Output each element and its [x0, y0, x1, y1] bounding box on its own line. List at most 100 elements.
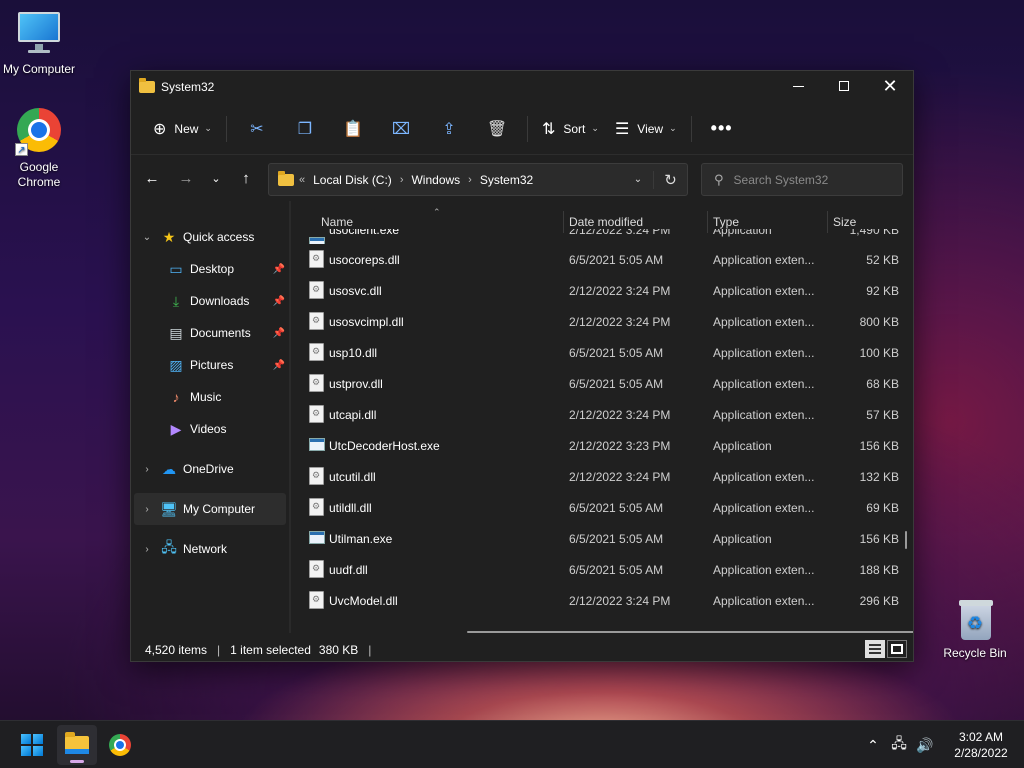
nav-item-desktop[interactable]: ▭ Desktop 📌	[131, 253, 289, 285]
search-box[interactable]: ⚲	[701, 163, 903, 196]
file-name: UtcDecoderHost.exe	[329, 439, 440, 453]
refresh-button[interactable]: ↻	[653, 170, 687, 189]
system-tray: ⌃ 🖧 🔊 3:02 AM 2/28/2022	[860, 721, 1024, 768]
address-history-button[interactable]: ⌄	[623, 174, 653, 185]
sort-button[interactable]: ⇅ Sort ⌄	[534, 112, 607, 146]
up-button[interactable]: ↑	[231, 163, 261, 193]
taskbar-file-explorer[interactable]	[57, 725, 97, 765]
table-row[interactable]: Utilman.exe 6/5/2021 5:05 AM Application…	[291, 523, 901, 554]
minimize-button[interactable]	[775, 71, 821, 101]
pin-icon[interactable]: 📌	[273, 360, 285, 371]
more-dots-icon: •••	[710, 118, 733, 138]
table-row[interactable]: UvcModel.dll 2/12/2022 3:24 PM Applicati…	[291, 585, 901, 616]
breadcrumb-local-disk[interactable]: Local Disk (C:)	[313, 173, 392, 187]
breadcrumb-windows[interactable]: Windows	[411, 173, 460, 187]
file-size: 800 KB	[859, 315, 899, 329]
title-bar[interactable]: System32 ✕	[131, 71, 913, 103]
chevron-right-icon[interactable]: ›	[468, 174, 472, 186]
table-row[interactable]: utcapi.dll 2/12/2022 3:24 PM Application…	[291, 399, 901, 430]
navigation-pane[interactable]: ⌄ ★ Quick access ▭ Desktop 📌 ⤓ Downloads…	[131, 201, 289, 633]
table-row[interactable]: uudf.dll 6/5/2021 5:05 AM Application ex…	[291, 554, 901, 585]
table-row[interactable]: UtcDecoderHost.exe 2/12/2022 3:23 PM App…	[291, 430, 901, 461]
start-button[interactable]	[12, 725, 52, 765]
table-row[interactable]: usoclient.exe 2/12/2022 3:24 PM Applicat…	[291, 229, 901, 244]
cut-button[interactable]: ✂	[233, 112, 281, 146]
file-size: 52 KB	[866, 253, 899, 267]
volume-icon[interactable]: 🔊	[912, 737, 938, 754]
maximize-button[interactable]	[821, 71, 867, 101]
sort-icon: ⇅	[541, 120, 556, 138]
network-icon[interactable]: 🖧	[886, 733, 912, 757]
nav-item-quick-access[interactable]: ⌄ ★ Quick access	[131, 221, 289, 253]
forward-button[interactable]: →	[171, 163, 201, 193]
rename-button[interactable]: ⌧	[377, 112, 425, 146]
table-row[interactable]: usp10.dll 6/5/2021 5:05 AM Application e…	[291, 337, 901, 368]
item-count: 4,520 items	[145, 643, 208, 657]
file-type: Application exten...	[713, 470, 815, 484]
chevron-up-icon[interactable]: ⌃	[860, 737, 886, 754]
horizontal-scrollbar[interactable]	[467, 631, 913, 633]
chrome-icon: ↗	[15, 108, 63, 156]
nav-item-network[interactable]: › 🖧 Network	[131, 533, 289, 565]
nav-item-documents[interactable]: ▤ Documents 📌	[131, 317, 289, 349]
file-size: 188 KB	[859, 563, 899, 577]
file-name: uudf.dll	[329, 563, 368, 577]
nav-item-onedrive[interactable]: › ☁ OneDrive	[131, 453, 289, 485]
pin-icon[interactable]: 📌	[273, 296, 285, 307]
folder-icon	[278, 170, 294, 186]
address-bar[interactable]: « Local Disk (C:) › Windows › System32 ⌄…	[268, 163, 688, 196]
new-label: New	[174, 121, 199, 136]
chevron-right-icon[interactable]: ›	[141, 504, 153, 515]
chevron-right-icon[interactable]: ›	[141, 544, 153, 555]
breadcrumb-system32[interactable]: System32	[480, 173, 533, 187]
paste-button[interactable]: 📋	[329, 112, 377, 146]
file-type: Application exten...	[713, 346, 815, 360]
nav-item-videos[interactable]: ▶ Videos	[131, 413, 289, 445]
desktop-icon-recycle-bin[interactable]: ♻ Recycle Bin	[937, 598, 1013, 661]
nav-item-label: My Computer	[183, 502, 256, 516]
pin-icon[interactable]: 📌	[273, 264, 285, 275]
more-options-button[interactable]: •••	[698, 112, 746, 146]
desktop-icon-my-computer[interactable]: My Computer	[1, 10, 77, 77]
vertical-scrollbar[interactable]	[905, 531, 907, 549]
details-view-button[interactable]	[865, 640, 885, 658]
file-name: utcapi.dll	[329, 408, 377, 422]
dll-file-icon	[309, 312, 324, 330]
pin-icon[interactable]: 📌	[273, 328, 285, 339]
nav-item-label: Documents	[190, 326, 251, 340]
chevron-right-icon[interactable]: ›	[400, 174, 404, 186]
table-row[interactable]: usosvcimpl.dll 2/12/2022 3:24 PM Applica…	[291, 306, 901, 337]
back-button[interactable]: ←	[137, 163, 167, 193]
table-row[interactable]: usocoreps.dll 6/5/2021 5:05 AM Applicati…	[291, 244, 901, 275]
chevron-right-icon[interactable]: ›	[141, 464, 153, 475]
table-row[interactable]: usosvc.dll 2/12/2022 3:24 PM Application…	[291, 275, 901, 306]
desktop-icon-google-chrome[interactable]: ↗ Google Chrome	[1, 106, 77, 190]
recent-locations-button[interactable]: ⌄	[201, 163, 231, 193]
file-size: 57 KB	[866, 408, 899, 422]
table-row[interactable]: utildll.dll 6/5/2021 5:05 AM Application…	[291, 492, 901, 523]
tiles-view-button[interactable]	[887, 640, 907, 658]
search-input[interactable]	[733, 172, 894, 187]
chevron-down-icon: ⌄	[669, 123, 677, 133]
file-size: 69 KB	[866, 501, 899, 515]
close-button[interactable]: ✕	[867, 71, 913, 101]
nav-item-music[interactable]: ♪ Music	[131, 381, 289, 413]
file-list[interactable]: ⌃ Name Date modified Type Size usoclient…	[291, 201, 913, 633]
view-button[interactable]: ☰ View ⌄	[607, 112, 685, 146]
chevron-down-icon[interactable]: ⌄	[141, 232, 153, 243]
nav-item-my-computer[interactable]: › 🖥 My Computer	[134, 493, 286, 525]
delete-button[interactable]: 🗑	[473, 112, 521, 146]
nav-item-downloads[interactable]: ⤓ Downloads 📌	[131, 285, 289, 317]
table-row[interactable]: ustprov.dll 6/5/2021 5:05 AM Application…	[291, 368, 901, 399]
copy-button[interactable]: ❐	[281, 112, 329, 146]
breadcrumb-overflow[interactable]: «	[299, 174, 305, 186]
share-button[interactable]: ⇪	[425, 112, 473, 146]
new-button[interactable]: ⊕ New ⌄	[145, 112, 220, 146]
file-explorer-icon	[65, 732, 89, 754]
nav-item-pictures[interactable]: ▨ Pictures 📌	[131, 349, 289, 381]
clock[interactable]: 3:02 AM 2/28/2022	[938, 729, 1024, 761]
table-row[interactable]: utcutil.dll 2/12/2022 3:24 PM Applicatio…	[291, 461, 901, 492]
taskbar-chrome[interactable]	[100, 725, 140, 765]
file-date: 2/12/2022 3:24 PM	[569, 470, 671, 484]
scissors-icon: ✂	[250, 120, 264, 138]
